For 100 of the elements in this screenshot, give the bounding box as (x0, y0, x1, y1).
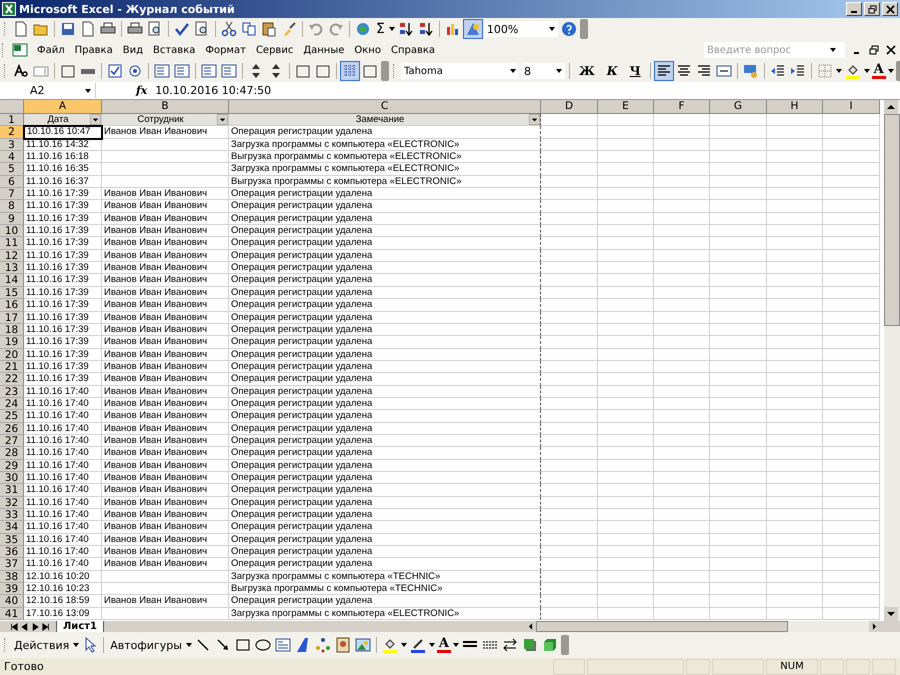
row-header[interactable]: 19 (0, 336, 24, 349)
list-icon[interactable] (153, 62, 171, 80)
menu-item[interactable]: Данные (298, 44, 350, 56)
scroll-thumb[interactable] (884, 114, 900, 326)
row-header[interactable]: 12 (0, 250, 24, 262)
dropdown-arrow-icon[interactable] (186, 643, 192, 647)
menu-item[interactable]: Окно (349, 44, 386, 56)
row-header[interactable]: 8 (0, 200, 24, 213)
dropdown-arrow-icon[interactable] (452, 643, 459, 647)
row-header[interactable]: 25 (0, 410, 24, 423)
menu-item[interactable]: Сервис (250, 44, 298, 56)
globe-icon[interactable] (354, 20, 372, 38)
copy-icon[interactable] (240, 20, 258, 38)
toolbar-options-button[interactable] (560, 635, 569, 655)
column-header[interactable]: A (24, 100, 102, 114)
dropdown-arrow-icon[interactable] (85, 88, 91, 92)
row-header[interactable]: 20 (0, 348, 24, 361)
row-header[interactable]: 33 (0, 509, 24, 522)
restore-icon[interactable] (869, 45, 879, 55)
row-header[interactable]: 26 (0, 422, 24, 435)
paste-icon[interactable] (260, 20, 278, 38)
font-color-button[interactable]: A (436, 637, 451, 653)
row-header[interactable]: 13 (0, 262, 24, 274)
dropdown-arrow-icon[interactable] (888, 69, 894, 73)
insert-function-button[interactable]: fx (136, 84, 148, 97)
row-header[interactable]: 3 (0, 138, 24, 152)
row-header[interactable]: 38 (0, 570, 24, 584)
arrow-style-icon[interactable] (500, 636, 519, 654)
row-header[interactable]: 21 (0, 360, 24, 374)
dropdown-arrow-icon[interactable] (388, 27, 395, 31)
help-icon[interactable] (560, 20, 578, 38)
row-header[interactable]: 11 (0, 237, 24, 250)
filter-dropdown-icon[interactable] (529, 114, 540, 126)
list-icon[interactable] (200, 62, 218, 80)
row-header[interactable]: 22 (0, 373, 24, 386)
list-icon[interactable] (173, 62, 191, 80)
row-header[interactable]: 9 (0, 212, 24, 226)
column-header[interactable]: D (541, 100, 598, 114)
dropdown-arrow-icon[interactable] (836, 69, 842, 73)
column-header[interactable]: G (710, 100, 767, 114)
dropdown-arrow-icon[interactable] (556, 69, 562, 73)
row-header[interactable]: 41 (0, 608, 24, 620)
align-left-icon[interactable] (654, 62, 673, 80)
row-header[interactable]: 10 (0, 225, 24, 238)
column-header[interactable]: H (767, 100, 823, 114)
menu-item[interactable]: Формат (200, 44, 251, 56)
grid-icon[interactable] (341, 62, 359, 80)
bold-button[interactable]: Ж (574, 64, 600, 78)
text-box-icon[interactable] (274, 636, 292, 654)
formula-input[interactable]: 10.10.2016 10:47:50 (155, 84, 272, 97)
menu-item[interactable]: Вставка (148, 44, 200, 56)
row-header[interactable]: 30 (0, 472, 24, 484)
font-color-button[interactable]: A (872, 63, 886, 79)
image-icon[interactable] (354, 636, 372, 654)
column-header[interactable]: F (654, 100, 710, 114)
row-header[interactable]: 23 (0, 386, 24, 398)
italic-button[interactable]: К (602, 64, 623, 78)
menu-item[interactable]: Правка (70, 44, 118, 56)
row-header[interactable]: 5 (0, 163, 24, 176)
row-header[interactable]: 16 (0, 299, 24, 312)
row-header[interactable]: 39 (0, 583, 24, 596)
actions-menu[interactable]: Действия (12, 638, 72, 652)
row-header[interactable]: 17 (0, 312, 24, 324)
menu-item[interactable]: Справка (386, 44, 440, 56)
row-header[interactable]: 40 (0, 595, 24, 608)
font-size-dropdown[interactable]: 8 (521, 63, 565, 79)
minimize-button[interactable] (846, 2, 862, 16)
dropdown-arrow-icon[interactable] (510, 69, 516, 73)
row-header[interactable]: 35 (0, 534, 24, 546)
dropdown-arrow-icon[interactable] (864, 69, 870, 73)
currency-icon[interactable] (742, 62, 760, 80)
filter-dropdown-icon[interactable] (90, 114, 101, 126)
dropdown-arrow-icon[interactable] (830, 48, 836, 52)
row-header[interactable]: 34 (0, 521, 24, 534)
row-header[interactable]: 6 (0, 176, 24, 188)
diagram-icon[interactable] (314, 636, 332, 654)
vertical-scrollbar[interactable] (884, 100, 900, 621)
close-icon[interactable] (886, 45, 896, 55)
dropdown-arrow-icon[interactable] (548, 27, 555, 31)
row-header[interactable]: 31 (0, 484, 24, 497)
filter-dropdown-icon[interactable] (217, 114, 228, 126)
autosum-button[interactable]: Σ (374, 21, 387, 37)
row-header[interactable]: 29 (0, 460, 24, 472)
save-icon[interactable] (59, 20, 77, 38)
row-header[interactable]: 1 (0, 114, 24, 126)
row-header[interactable]: 4 (0, 151, 24, 164)
clipart-icon[interactable] (334, 636, 352, 654)
font-dropdown[interactable]: Tahoma (401, 63, 519, 79)
row-header[interactable]: 28 (0, 447, 24, 460)
drawing-icon[interactable] (464, 20, 482, 38)
sheet-tab[interactable]: Лист1 (56, 620, 104, 632)
row-header[interactable]: 18 (0, 324, 24, 336)
column-header[interactable]: I (823, 100, 880, 114)
row-header[interactable]: 24 (0, 398, 24, 410)
row-header[interactable]: 27 (0, 434, 24, 448)
close-button[interactable] (882, 2, 898, 16)
scroll-thumb[interactable] (536, 621, 788, 632)
underline-button[interactable]: Ч (624, 64, 646, 78)
row-header[interactable]: 32 (0, 496, 24, 509)
scissors-icon[interactable] (220, 20, 238, 38)
